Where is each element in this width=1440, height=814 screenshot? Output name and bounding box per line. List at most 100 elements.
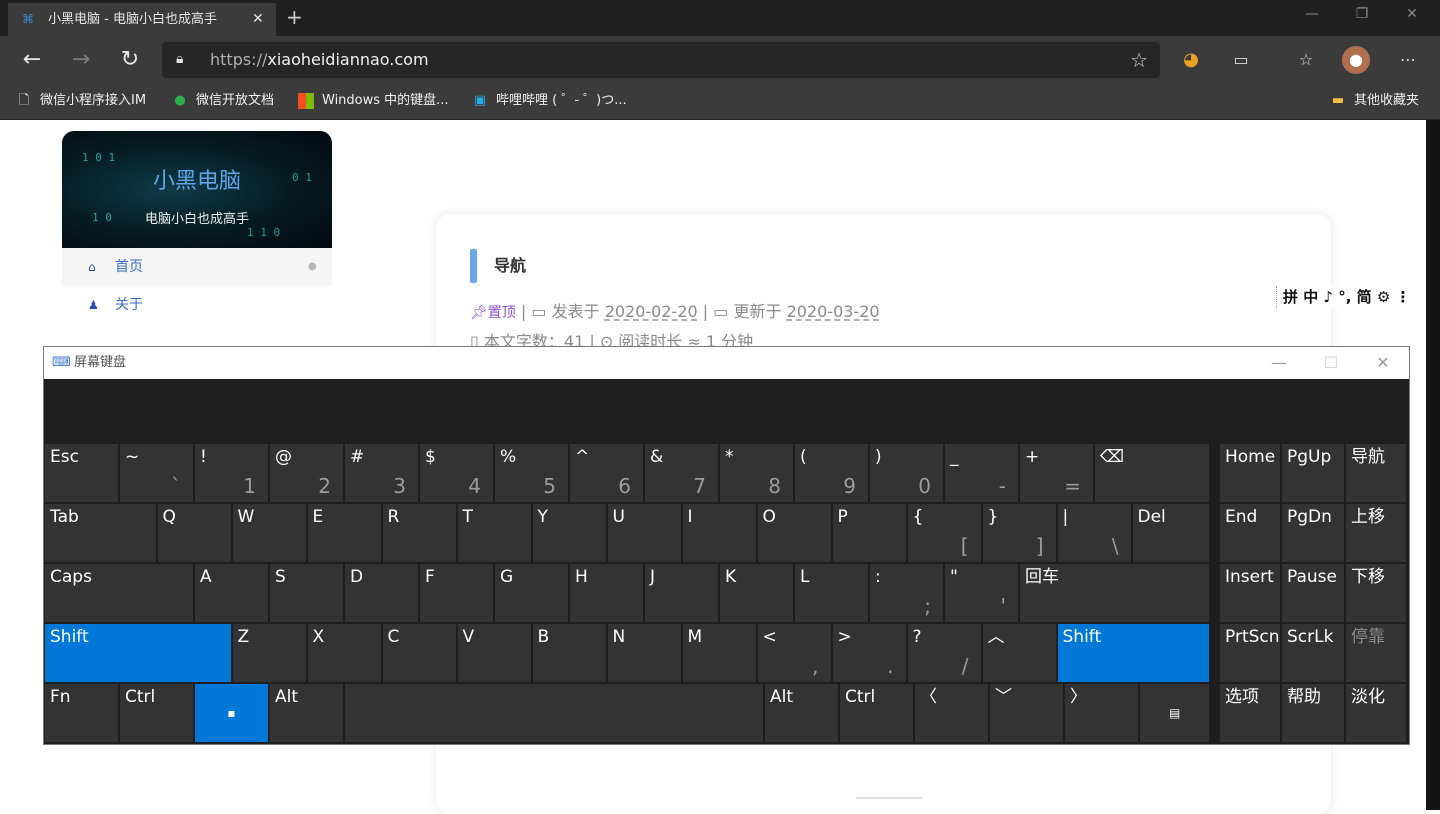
key-b[interactable]: B <box>532 624 606 682</box>
key-alt[interactable]: Alt <box>270 684 343 742</box>
key-menu[interactable]: ▤ <box>1140 684 1210 742</box>
key-i[interactable]: I <box>682 504 756 562</box>
key-symbol[interactable]: }] <box>982 504 1056 562</box>
page-scrollbar[interactable] <box>1426 120 1440 810</box>
key-symbol[interactable]: " ' <box>945 564 1018 622</box>
key-arrow-left[interactable]: 〈 <box>915 684 988 742</box>
key-tab[interactable]: Tab <box>45 504 156 562</box>
minimize-icon[interactable]: — <box>1290 0 1334 30</box>
key-symbol[interactable]: % 5 <box>495 444 568 502</box>
key-side-1-0[interactable]: End <box>1220 504 1280 562</box>
tab-close-icon[interactable]: ✕ <box>252 3 264 36</box>
key-windows[interactable]: ▪ <box>195 684 268 742</box>
more-menu-icon[interactable]: ⋯ <box>1394 46 1422 74</box>
key-fn[interactable]: Fn <box>45 684 118 742</box>
key-r[interactable]: R <box>382 504 456 562</box>
key-ctrl[interactable]: Ctrl <box>120 684 193 742</box>
bookmark-item[interactable]: ● 微信开放文档 <box>172 84 274 119</box>
refresh-icon[interactable]: ↻ <box>116 46 144 74</box>
key-side-2-0[interactable]: Insert <box>1220 564 1280 622</box>
key-k[interactable]: K <box>720 564 793 622</box>
key-symbol[interactable]: @2 <box>270 444 343 502</box>
reader-icon[interactable]: ▭ <box>1227 46 1255 74</box>
key-side-1-1[interactable]: PgDn <box>1282 504 1344 562</box>
menu-item-about[interactable]: ♟ 关于 <box>62 286 332 324</box>
key-c[interactable]: C <box>382 624 456 682</box>
key-symbol[interactable]: {[ <box>907 504 981 562</box>
key-shift-left[interactable]: Shift <box>45 624 231 682</box>
key-shift-right[interactable]: Shift <box>1057 624 1210 682</box>
ime-toolbar[interactable]: 拼 中 ♪ °, 简 ⚙ ⋮ <box>1276 286 1433 308</box>
post-title[interactable]: 导航 <box>494 252 526 276</box>
key-f[interactable]: F <box>420 564 493 622</box>
menu-item-home[interactable]: ⌂ 首页 ● <box>62 248 332 286</box>
key-side-2-2[interactable]: 下移 <box>1346 564 1406 622</box>
key-symbol[interactable]: :; <box>870 564 943 622</box>
key-o[interactable]: O <box>757 504 831 562</box>
key-side-3-0[interactable]: PrtScn <box>1220 624 1280 682</box>
key-caps[interactable]: Caps <box>45 564 193 622</box>
key-side-1-2[interactable]: 上移 <box>1346 504 1406 562</box>
key-g[interactable]: G <box>495 564 568 622</box>
key-side-4-0[interactable]: 选项 <box>1220 684 1280 742</box>
key-n[interactable]: N <box>607 624 681 682</box>
bookmark-item[interactable]: ■Windows 中的键盘... <box>298 84 449 119</box>
key-side-3-2[interactable]: 停靠 <box>1346 624 1406 682</box>
new-tab-button[interactable]: + <box>286 5 303 29</box>
key-arrow-right[interactable]: 〉 <box>1065 684 1138 742</box>
key-symbol[interactable]: (9 <box>795 444 868 502</box>
key-t[interactable]: T <box>457 504 531 562</box>
key-h[interactable]: H <box>570 564 643 622</box>
key-m[interactable]: M <box>682 624 756 682</box>
key-symbol[interactable]: ! 1 <box>195 444 268 502</box>
key-space[interactable] <box>345 684 763 742</box>
other-bookmarks[interactable]: ▬ 其他收藏夹 <box>1330 84 1419 119</box>
key-s[interactable]: S <box>270 564 343 622</box>
key-v[interactable]: V <box>457 624 531 682</box>
key-symbol[interactable]: >. <box>832 624 906 682</box>
key-side-4-1[interactable]: 帮助 <box>1282 684 1344 742</box>
extension-icon[interactable]: ◕ <box>1177 46 1205 74</box>
site-brand-banner[interactable]: 1 0 1 0 1 1 0 1 1 0 小黑电脑 电脑小白也成高手 <box>62 131 332 248</box>
key-side-0-0[interactable]: Home <box>1220 444 1280 502</box>
key-esc[interactable]: Esc <box>45 444 118 502</box>
osk-minimize-icon[interactable]: — <box>1256 347 1302 379</box>
key-symbol[interactable]: ) 0 <box>870 444 943 502</box>
key-arrow-up[interactable]: ︿ <box>982 624 1056 682</box>
key-alt-right[interactable]: Alt <box>765 684 838 742</box>
key-w[interactable]: W <box>232 504 306 562</box>
key-z[interactable]: Z <box>232 624 306 682</box>
osk-close-icon[interactable]: ✕ <box>1360 347 1406 379</box>
back-arrow-icon[interactable]: ← <box>18 46 46 74</box>
key-side-4-2[interactable]: 淡化 <box>1346 684 1406 742</box>
forward-arrow-icon[interactable]: → <box>67 46 95 74</box>
close-window-icon[interactable]: ✕ <box>1390 0 1434 30</box>
key-symbol[interactable]: & 7 <box>645 444 718 502</box>
address-bar[interactable]: 🔒︎ https://xiaoheidiannao.com ☆ <box>162 42 1160 78</box>
key-a[interactable]: A <box>195 564 268 622</box>
key-e[interactable]: E <box>307 504 381 562</box>
key-symbol[interactable]: ^ 6 <box>570 444 643 502</box>
avatar[interactable]: ● <box>1342 46 1370 74</box>
favorite-star-icon[interactable]: ☆ <box>1130 49 1148 71</box>
key-ctrl-right[interactable]: Ctrl <box>840 684 913 742</box>
key-side-0-2[interactable]: 导航 <box>1346 444 1406 502</box>
key-l[interactable]: L <box>795 564 868 622</box>
key-del[interactable]: Del <box>1132 504 1210 562</box>
browser-tab[interactable]: ⌘ 小黑电脑 - 电脑小白也成高手 ✕ <box>8 3 276 36</box>
key-side-3-1[interactable]: ScrLk <box>1282 624 1344 682</box>
key-symbol[interactable]: * 8 <box>720 444 793 502</box>
restore-icon[interactable]: ❐ <box>1340 0 1384 30</box>
key-symbol[interactable]: #3 <box>345 444 418 502</box>
key-symbol[interactable]: <, <box>757 624 831 682</box>
key-symbol[interactable]: ? / <box>907 624 981 682</box>
key-backspace[interactable]: ⌫ <box>1095 444 1210 502</box>
key-y[interactable]: Y <box>532 504 606 562</box>
favorites-list-icon[interactable]: ☆ <box>1292 46 1320 74</box>
key-symbol[interactable]: + = <box>1020 444 1093 502</box>
key-j[interactable]: J <box>645 564 718 622</box>
key-symbol[interactable]: $4 <box>420 444 493 502</box>
key-symbol[interactable]: ~ ` <box>120 444 193 502</box>
key-symbol[interactable]: | \ <box>1057 504 1131 562</box>
bookmark-item[interactable]: ▣ 哔哩哔哩 ( ゜- ゜)つ... <box>472 84 627 119</box>
